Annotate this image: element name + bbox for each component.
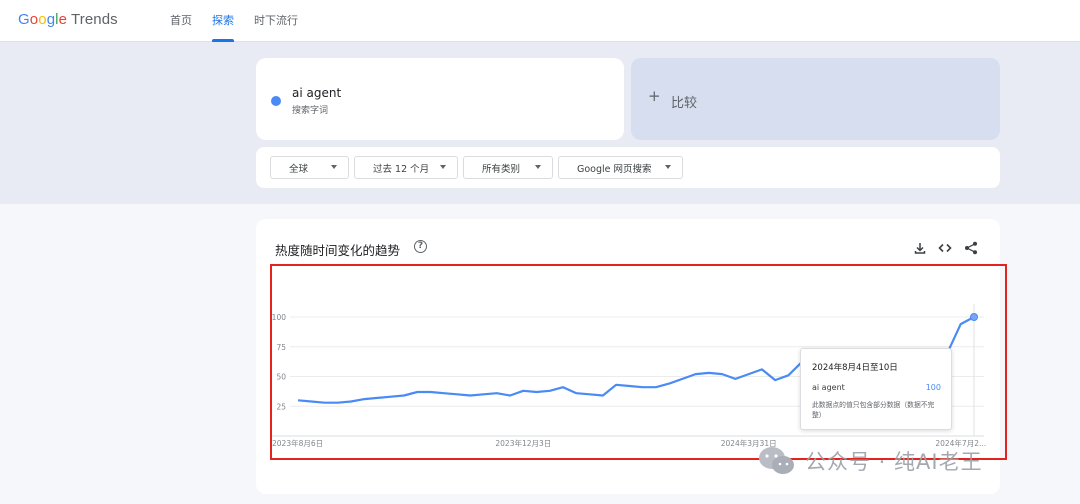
logo-letter: o: [38, 11, 47, 28]
tooltip-term: ai agent: [812, 383, 845, 392]
help-icon[interactable]: ?: [414, 240, 427, 253]
share-icon[interactable]: [964, 241, 978, 255]
chevron-down-icon: [665, 165, 671, 169]
region-filter-label: 全球: [289, 163, 309, 175]
nav-home[interactable]: 首页: [170, 0, 192, 42]
nav-trending-now[interactable]: 时下流行: [254, 0, 298, 42]
logo-letter: o: [29, 11, 39, 28]
logo-letter: e: [58, 11, 68, 28]
search-term-text[interactable]: ai agent: [292, 86, 341, 100]
chevron-down-icon: [535, 165, 541, 169]
data-point-tooltip: 2024年8月4日至10日 ai agent 100 此数据点的值只包含部分数据…: [800, 348, 952, 430]
tooltip-value: 100: [925, 383, 941, 392]
series-color-dot: [271, 96, 281, 106]
region-filter[interactable]: 全球: [270, 156, 349, 179]
logo-letter: G: [18, 11, 30, 28]
compare-button[interactable]: + 比较: [631, 58, 1000, 140]
logo-letter: g: [46, 11, 56, 28]
google-trends-logo[interactable]: Google Trends: [18, 11, 118, 28]
nav-explore[interactable]: 探索: [212, 0, 234, 42]
main-nav: 首页 探索 时下流行: [170, 0, 318, 42]
filter-bar: 全球 过去 12 个月 所有类别 Google 网页搜索: [256, 147, 1000, 188]
tooltip-partial-data-note: 此数据点的值只包含部分数据（数据不完整）: [812, 401, 935, 419]
tooltip-date: 2024年8月4日至10日: [812, 363, 898, 373]
time-range-filter-label: 过去 12 个月: [373, 163, 430, 175]
chevron-down-icon: [331, 165, 337, 169]
category-filter[interactable]: 所有类别: [463, 156, 553, 179]
plus-icon: +: [648, 87, 661, 105]
category-filter-label: 所有类别: [482, 163, 521, 175]
search-term-card[interactable]: ai agent 搜索字词: [256, 58, 624, 140]
watermark-text: 公众号 · 纯AI老王: [805, 450, 983, 474]
download-icon[interactable]: [913, 241, 927, 255]
embed-code-icon[interactable]: [938, 241, 952, 255]
logo-trends-text: Trends: [71, 11, 118, 28]
search-type-filter-label: Google 网页搜索: [577, 163, 652, 175]
compare-label: 比较: [671, 96, 698, 111]
time-range-filter[interactable]: 过去 12 个月: [354, 156, 458, 179]
card-title: 热度随时间变化的趋势: [275, 243, 401, 258]
search-type-filter[interactable]: Google 网页搜索: [558, 156, 683, 179]
search-term-type: 搜索字词: [292, 106, 329, 116]
wechat-icon: [759, 447, 794, 474]
chevron-down-icon: [440, 165, 446, 169]
top-bar: Google Trends 首页 探索 时下流行: [0, 0, 1080, 42]
watermark: 公众号 · 纯AI老王: [757, 445, 983, 477]
